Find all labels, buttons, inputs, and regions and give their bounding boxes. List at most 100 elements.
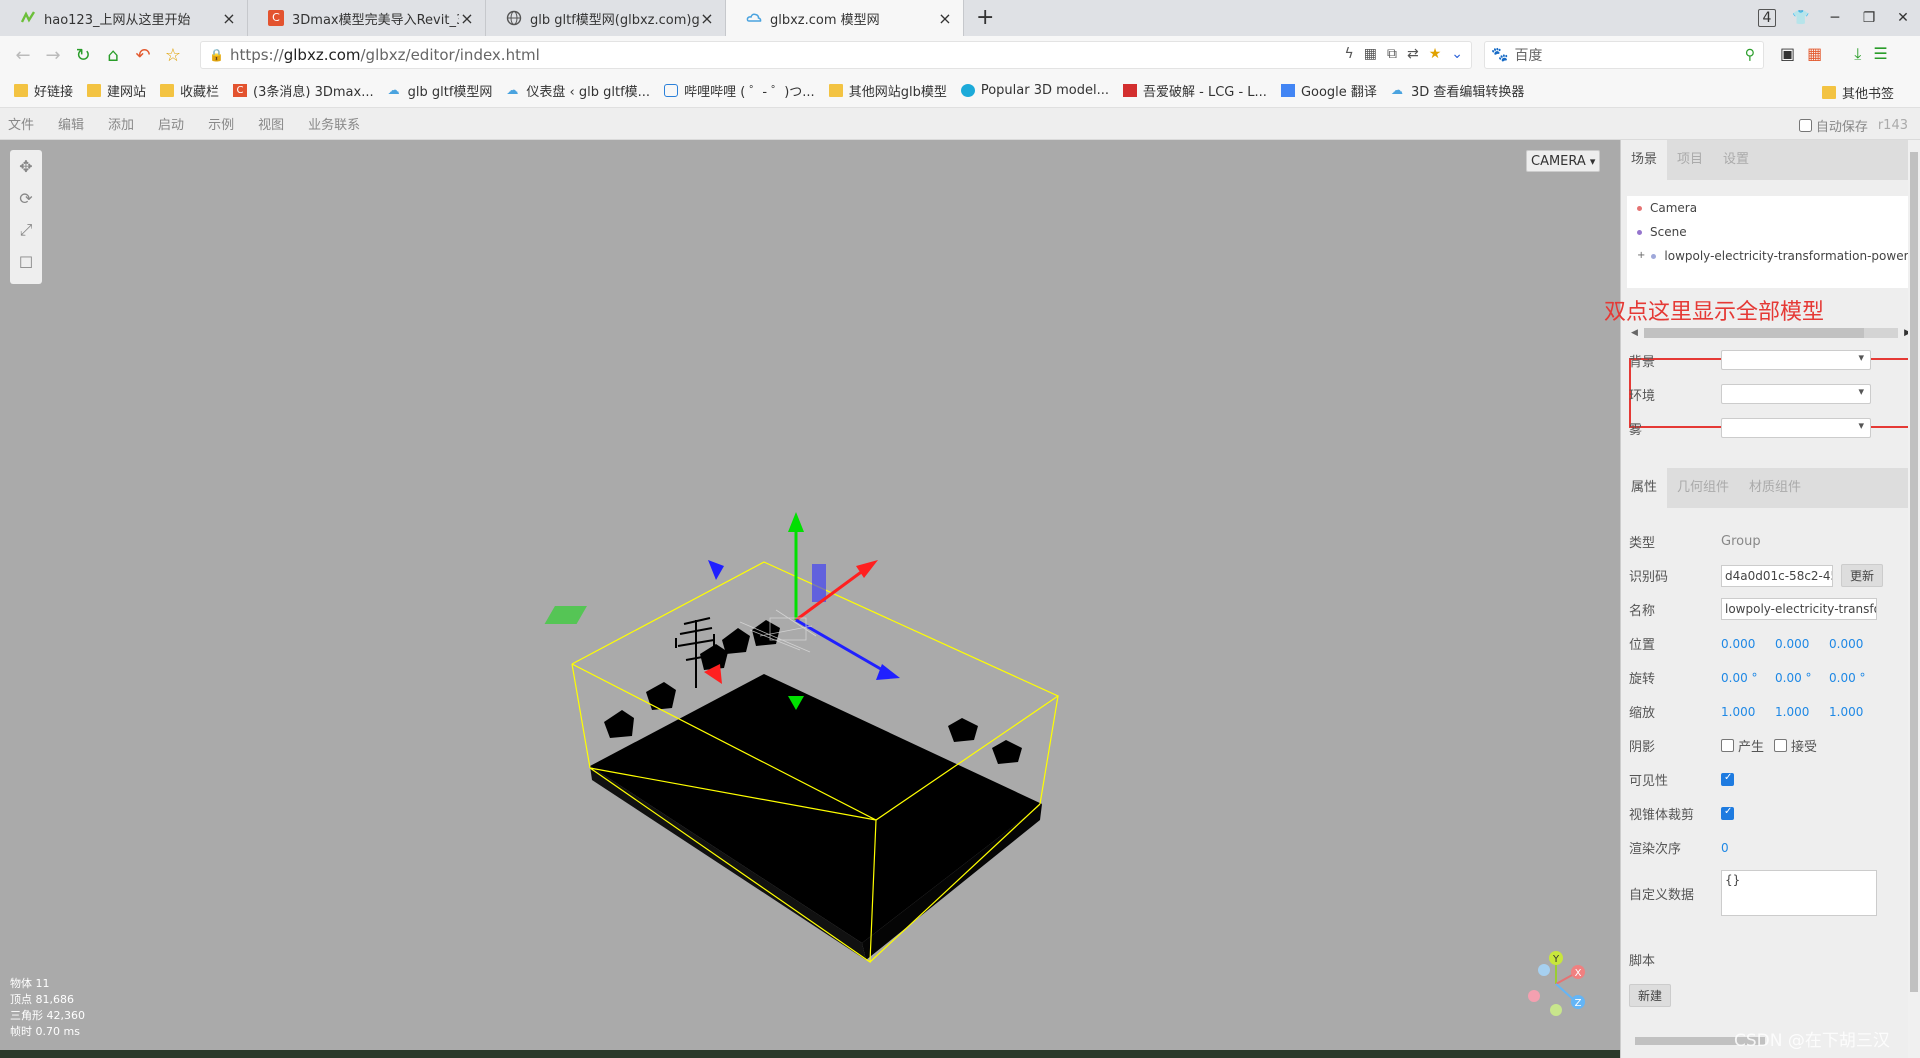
view-axis-helper[interactable]: Y X Z xyxy=(1516,944,1596,1024)
visible-checkbox[interactable] xyxy=(1721,772,1734,786)
camera-select[interactable]: CAMERA ▾ xyxy=(1526,150,1601,172)
scroll-thumb[interactable] xyxy=(1643,328,1864,338)
close-window-button[interactable]: ✕ xyxy=(1886,10,1920,26)
bookmark-item[interactable]: ☁ 仪表盘 ‹ glb gltf模... xyxy=(506,81,650,101)
back-icon[interactable]: ← xyxy=(8,45,38,66)
scroll-thumb[interactable] xyxy=(1910,152,1918,992)
render-order-value[interactable]: 0 xyxy=(1721,841,1775,855)
autosave-checkbox[interactable] xyxy=(1798,119,1812,132)
scale-y[interactable]: 1.000 xyxy=(1775,705,1829,719)
scale-z[interactable]: 1.000 xyxy=(1829,705,1883,719)
tab-close-icon[interactable]: × xyxy=(699,9,715,28)
uuid-field[interactable]: d4a0d01c-58c2-45( xyxy=(1721,564,1833,587)
tab-object[interactable]: 属性 xyxy=(1621,468,1668,508)
environment-select[interactable] xyxy=(1721,384,1871,404)
menu-file[interactable]: 文件 xyxy=(8,114,34,133)
tab-close-icon[interactable]: × xyxy=(937,9,953,28)
receive-shadow-checkbox[interactable] xyxy=(1774,739,1788,752)
lightning-icon[interactable]: ϟ xyxy=(1344,46,1353,62)
minimize-button[interactable]: ─ xyxy=(1818,10,1852,26)
bookmark-item[interactable]: ☁ 3D 查看编辑转换器 xyxy=(1391,81,1524,101)
restore-button[interactable]: ❐ xyxy=(1852,10,1886,26)
autosave-toggle[interactable]: 自动保存 r143 xyxy=(1798,116,1908,135)
rotation-y[interactable]: 0.00 ° xyxy=(1775,671,1829,685)
local-space-checkbox[interactable]: ☐ xyxy=(10,246,42,278)
tab-settings[interactable]: 设置 xyxy=(1713,140,1759,180)
bookmark-item[interactable]: Popular 3D model... xyxy=(960,83,1109,98)
userdata-textarea[interactable]: {} xyxy=(1721,870,1877,916)
menu-add[interactable]: 添加 xyxy=(108,114,134,133)
download-icon[interactable]: ⤓ xyxy=(1854,44,1861,64)
search-input[interactable]: 百度 xyxy=(1514,45,1542,65)
qrcode-icon[interactable]: ▦ xyxy=(1364,46,1377,62)
chevron-down-icon[interactable]: ⌄ xyxy=(1451,46,1463,62)
background-select[interactable] xyxy=(1721,350,1871,370)
rotation-z[interactable]: 0.00 ° xyxy=(1829,671,1883,685)
bookmark-item[interactable]: 建网站 xyxy=(87,81,146,100)
bookmark-item[interactable]: ☁ glb gltf模型网 xyxy=(388,81,493,101)
cast-shadow-checkbox[interactable] xyxy=(1721,739,1734,752)
tab-project[interactable]: 项目 xyxy=(1667,140,1713,180)
apps-icon[interactable]: ▦ xyxy=(1807,44,1822,64)
name-field[interactable]: lowpoly-electricity-transform xyxy=(1721,598,1877,620)
menu-icon[interactable]: ☰ xyxy=(1873,44,1887,64)
position-z[interactable]: 0.000 xyxy=(1829,637,1883,651)
fog-select[interactable] xyxy=(1721,418,1871,438)
tab-csdn[interactable]: C 3Dmax模型完美导入Revit_3dm × xyxy=(248,0,486,36)
new-tab-button[interactable]: + xyxy=(976,5,994,30)
scene-outliner[interactable]: Camera Scene + lowpoly-electricity-transf… xyxy=(1627,196,1909,288)
update-uuid-button[interactable]: 更新 xyxy=(1841,564,1884,587)
outliner-item-camera[interactable]: Camera xyxy=(1627,196,1909,220)
undo-close-icon[interactable]: ↶ xyxy=(128,45,158,66)
search-icon[interactable]: ⚲ xyxy=(1745,47,1755,63)
search-box[interactable]: 🐾 百度 ⚲ xyxy=(1484,41,1764,69)
tab-close-icon[interactable]: × xyxy=(459,9,475,28)
address-bar[interactable]: 🔒 https://glbxz.com/glbxz/editor/index.h… xyxy=(200,41,1472,69)
move-icon[interactable]: ✥ xyxy=(10,150,42,182)
bookmark-item[interactable]: C (3条消息) 3Dmax... xyxy=(233,81,374,100)
rotation-x[interactable]: 0.00 ° xyxy=(1721,671,1775,685)
screenshot-icon[interactable]: ⧉ xyxy=(1387,46,1397,62)
bookmark-item[interactable]: Google 翻译 xyxy=(1280,81,1377,100)
tab-scene[interactable]: 场景 xyxy=(1621,140,1668,180)
menu-view[interactable]: 视图 xyxy=(258,114,284,133)
position-y[interactable]: 0.000 xyxy=(1775,637,1829,651)
position-x[interactable]: 0.000 xyxy=(1721,637,1775,651)
scene-render[interactable] xyxy=(0,140,1620,1050)
tab-count-button[interactable]: 4 xyxy=(1750,9,1784,27)
tab-glb-model-site[interactable]: glb gltf模型网(glbxz.com)glb模 × xyxy=(486,0,726,36)
bookmark-item[interactable]: 好链接 xyxy=(14,81,73,100)
menu-edit[interactable]: 编辑 xyxy=(58,114,84,133)
outliner-horizontal-scrollbar[interactable]: ◀ ▶ xyxy=(1631,326,1911,340)
tab-close-icon[interactable]: × xyxy=(221,9,237,28)
scale-x[interactable]: 1.000 xyxy=(1721,705,1775,719)
star-icon[interactable]: ☆ xyxy=(158,45,188,66)
outliner-item-scene[interactable]: Scene xyxy=(1627,220,1909,244)
transform-gizmo[interactable] xyxy=(544,512,900,710)
menu-business[interactable]: 业务联系 xyxy=(308,114,360,133)
favorite-star-icon[interactable]: ★ xyxy=(1429,46,1442,62)
3d-viewport[interactable]: ✥ ⟳ ⤢ ☐ CAMERA ▾ 物体 11 顶点 81,686 三角形 42,… xyxy=(0,140,1620,1050)
bookmark-item[interactable]: 收藏栏 xyxy=(160,81,219,100)
outliner-item-model[interactable]: + lowpoly-electricity-transformation-powe… xyxy=(1627,244,1909,268)
forward-icon[interactable]: → xyxy=(38,45,68,66)
tab-material[interactable]: 材质组件 xyxy=(1739,468,1811,508)
home-icon[interactable]: ⌂ xyxy=(98,45,128,66)
scroll-left-icon[interactable]: ◀ xyxy=(1631,328,1638,338)
tab-hao123[interactable]: hao123_上网从这里开始 × xyxy=(0,0,248,36)
frustum-culling-checkbox[interactable] xyxy=(1721,806,1734,820)
tab-glbxz-editor[interactable]: glbxz.com 模型网 × xyxy=(726,0,964,36)
expand-icon[interactable]: + xyxy=(1637,244,1645,268)
menu-examples[interactable]: 示例 xyxy=(208,114,234,133)
scale-icon[interactable]: ⤢ xyxy=(10,214,42,246)
shirt-icon[interactable]: 👕 xyxy=(1784,10,1818,26)
extension-icon[interactable]: ▣ xyxy=(1780,44,1795,64)
menu-play[interactable]: 启动 xyxy=(158,114,184,133)
bookmark-item[interactable]: 其他网站glb模型 xyxy=(828,81,947,100)
bookmark-item[interactable]: 吾爱破解 - LCG - L... xyxy=(1123,81,1267,100)
sidebar-vertical-scrollbar[interactable] xyxy=(1908,140,1920,1058)
reload-icon[interactable]: ↻ xyxy=(68,45,98,66)
bookmark-item[interactable]: 哔哩哔哩 ( ゜- ゜)つ... xyxy=(664,81,815,100)
new-script-button[interactable]: 新建 xyxy=(1629,984,1672,1007)
translate-icon[interactable]: ⇄ xyxy=(1407,46,1419,62)
